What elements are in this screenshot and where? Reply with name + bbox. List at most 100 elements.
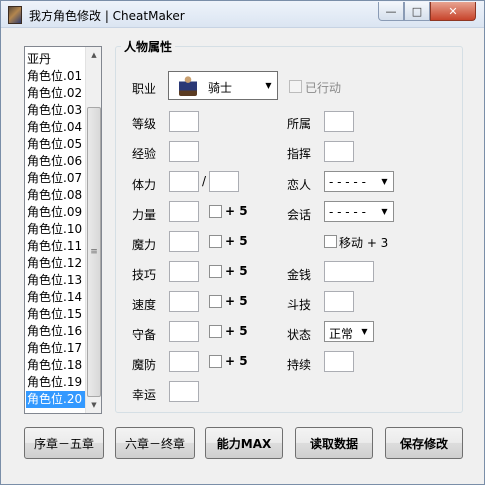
- lover-dropdown-value: - - - - -: [329, 175, 366, 189]
- list-item[interactable]: 角色位.02: [26, 85, 86, 102]
- str-plus5-checkbox[interactable]: [209, 205, 222, 218]
- list-item[interactable]: 亚丹: [26, 51, 86, 68]
- list-item[interactable]: 角色位.11: [26, 238, 86, 255]
- list-item[interactable]: 角色位.20: [26, 391, 86, 408]
- exp-label: 经验: [132, 147, 157, 161]
- gold-field[interactable]: [324, 261, 374, 282]
- ch6-to-final-button[interactable]: 六章－终章: [115, 427, 195, 459]
- knight-icon: [179, 75, 197, 96]
- scroll-thumb[interactable]: ≡: [87, 107, 101, 397]
- spd-field[interactable]: [169, 291, 199, 312]
- move-plus3-checkbox[interactable]: [324, 235, 337, 248]
- mag-plus5-checkbox[interactable]: [209, 235, 222, 248]
- list-item[interactable]: 角色位.08: [26, 187, 86, 204]
- status-dropdown-value: 正常: [329, 327, 354, 341]
- save-changes-button[interactable]: 保存修改: [385, 427, 463, 459]
- list-item[interactable]: 角色位.14: [26, 289, 86, 306]
- list-item[interactable]: 角色位.06: [26, 153, 86, 170]
- talk-label: 会话: [287, 208, 312, 222]
- list-item[interactable]: 角色位.19: [26, 374, 86, 391]
- skl-plus5-checkbox[interactable]: [209, 265, 222, 278]
- chevron-down-icon: ▼: [381, 207, 388, 216]
- duration-label: 持续: [287, 358, 312, 372]
- chevron-down-icon: ▼: [361, 327, 368, 336]
- lover-dropdown[interactable]: - - - - - ▼: [324, 171, 394, 192]
- mag-field[interactable]: [169, 231, 199, 252]
- status-dropdown[interactable]: 正常 ▼: [324, 321, 374, 342]
- hp-label: 体力: [132, 178, 157, 192]
- list-item[interactable]: 角色位.16: [26, 323, 86, 340]
- list-item[interactable]: 角色位.18: [26, 357, 86, 374]
- list-item[interactable]: 角色位.10: [26, 221, 86, 238]
- list-item[interactable]: 角色位.01: [26, 68, 86, 85]
- res-plus5-label: + 5: [225, 354, 248, 368]
- duration-field[interactable]: [324, 351, 354, 372]
- gold-label: 金钱: [287, 268, 312, 282]
- attributes-group-title: 人物属性: [121, 38, 176, 55]
- hp-separator: /: [202, 174, 207, 188]
- res-label: 魔防: [132, 358, 157, 372]
- move-plus3-label: 移动 + 3: [339, 236, 389, 250]
- def-plus5-label: + 5: [225, 324, 248, 338]
- list-item[interactable]: 角色位.13: [26, 272, 86, 289]
- scroll-down-arrow-icon[interactable]: ▼: [86, 397, 102, 413]
- hp-current-field[interactable]: [169, 171, 199, 192]
- list-item[interactable]: 角色位.03: [26, 102, 86, 119]
- scroll-up-arrow-icon[interactable]: ▲: [86, 47, 102, 63]
- skl-plus5-label: + 5: [225, 264, 248, 278]
- list-item[interactable]: 角色位.09: [26, 204, 86, 221]
- spd-label: 速度: [132, 298, 157, 312]
- spd-plus5-checkbox[interactable]: [209, 295, 222, 308]
- ability-max-button[interactable]: 能力MAX: [205, 427, 283, 459]
- level-field[interactable]: [169, 111, 199, 132]
- title-bar: 我方角色修改 | CheatMaker — □ ✕: [1, 1, 484, 28]
- def-label: 守备: [132, 328, 157, 342]
- list-item[interactable]: 角色位.05: [26, 136, 86, 153]
- spd-plus5-label: + 5: [225, 294, 248, 308]
- skl-field[interactable]: [169, 261, 199, 282]
- list-item[interactable]: 角色位.04: [26, 119, 86, 136]
- def-plus5-checkbox[interactable]: [209, 325, 222, 338]
- character-list[interactable]: 亚丹 角色位.01 角色位.02 角色位.03 角色位.04 角色位.05 角色位.06 角色…: [24, 46, 102, 414]
- main-window: 我方角色修改 | CheatMaker — □ ✕ 亚丹 角色位.01 角色位.02…: [0, 0, 485, 485]
- arena-label: 斗技: [287, 298, 312, 312]
- status-label: 状态: [287, 328, 312, 342]
- list-item[interactable]: 角色位.15: [26, 306, 86, 323]
- level-label: 等级: [132, 117, 157, 131]
- str-plus5-label: + 5: [225, 204, 248, 218]
- luck-label: 幸运: [132, 388, 157, 402]
- def-field[interactable]: [169, 321, 199, 342]
- arena-field[interactable]: [324, 291, 354, 312]
- class-dropdown[interactable]: 骑士 ▼: [168, 71, 278, 100]
- list-item[interactable]: 角色位.17: [26, 340, 86, 357]
- res-plus5-checkbox[interactable]: [209, 355, 222, 368]
- close-button[interactable]: ✕: [430, 2, 476, 21]
- list-scrollbar[interactable]: ▲ ≡ ▼: [85, 47, 101, 413]
- prologue-to-ch5-button[interactable]: 序章－五章: [24, 427, 104, 459]
- affiliation-field[interactable]: [324, 111, 354, 132]
- chevron-down-icon: ▼: [381, 177, 388, 186]
- list-item[interactable]: 角色位.12: [26, 255, 86, 272]
- exp-field[interactable]: [169, 141, 199, 162]
- res-field[interactable]: [169, 351, 199, 372]
- acted-checkbox[interactable]: [289, 80, 302, 93]
- affiliation-label: 所属: [287, 117, 312, 131]
- lover-label: 恋人: [287, 178, 312, 192]
- app-icon: [8, 6, 22, 24]
- hp-max-field[interactable]: [209, 171, 239, 192]
- command-label: 指挥: [287, 147, 312, 161]
- character-list-items: 亚丹 角色位.01 角色位.02 角色位.03 角色位.04 角色位.05 角色位.06 角色…: [26, 51, 86, 408]
- talk-dropdown-value: - - - - -: [329, 205, 366, 219]
- luck-field[interactable]: [169, 381, 199, 402]
- minimize-button[interactable]: —: [378, 2, 404, 21]
- mag-plus5-label: + 5: [225, 234, 248, 248]
- skl-label: 技巧: [132, 268, 157, 282]
- read-data-button[interactable]: 读取数据: [295, 427, 373, 459]
- str-field[interactable]: [169, 201, 199, 222]
- talk-dropdown[interactable]: - - - - - ▼: [324, 201, 394, 222]
- maximize-button[interactable]: □: [404, 2, 430, 21]
- list-item[interactable]: 角色位.07: [26, 170, 86, 187]
- command-field[interactable]: [324, 141, 354, 162]
- class-label: 职业: [132, 82, 157, 96]
- acted-label: 已行动: [305, 81, 342, 95]
